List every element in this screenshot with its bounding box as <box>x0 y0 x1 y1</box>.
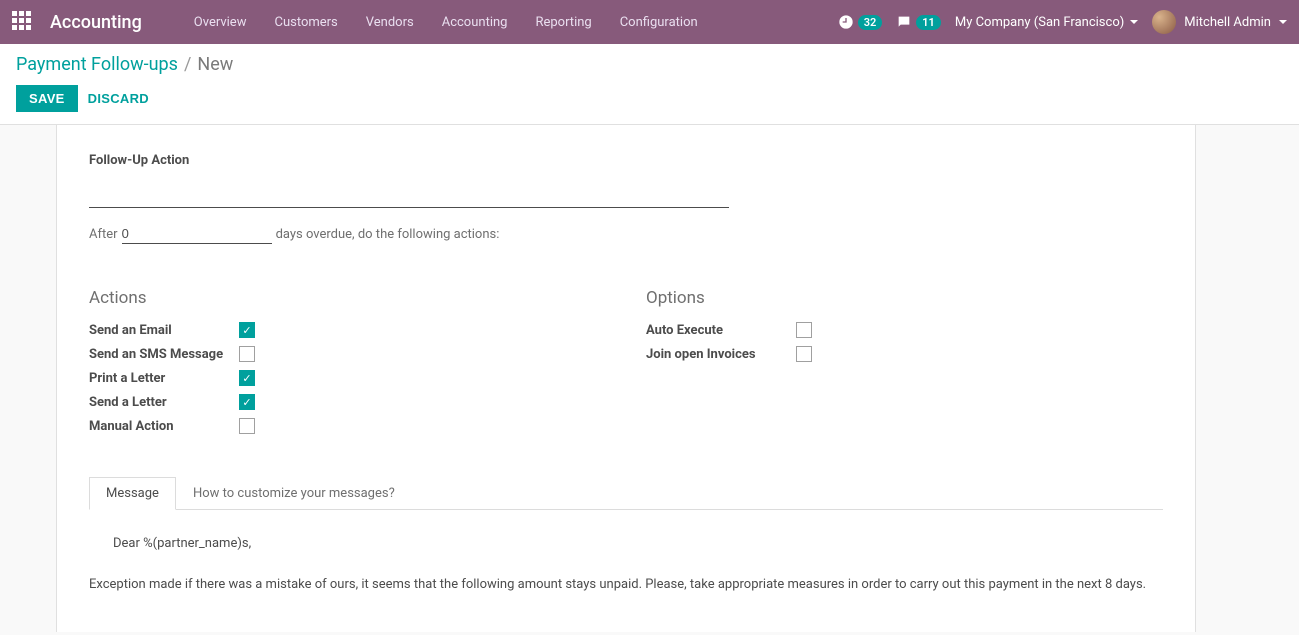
option-auto-execute-row: Auto Execute <box>646 322 1163 338</box>
after-days-row: After days overdue, do the following act… <box>89 226 1163 244</box>
control-panel: Payment Follow-ups / New SAVE DISCARD <box>0 44 1299 125</box>
menu-vendors[interactable]: Vendors <box>354 0 426 44</box>
tab-message-body[interactable]: Dear %(partner_name)s, Exception made if… <box>89 510 1163 596</box>
actions-group: Actions Send an Email Send an SMS Messag… <box>89 288 606 442</box>
activity-badge: 32 <box>858 15 883 30</box>
content-scroll[interactable]: Follow-Up Action After days overdue, do … <box>0 125 1299 632</box>
checkbox-join-open-invoices[interactable] <box>796 346 812 362</box>
checkbox-manual-action[interactable] <box>239 418 255 434</box>
option-label: Join open Invoices <box>646 347 796 362</box>
option-label: Auto Execute <box>646 323 796 338</box>
form-sheet: Follow-Up Action After days overdue, do … <box>56 125 1196 632</box>
save-button[interactable]: SAVE <box>16 85 78 112</box>
top-navbar: Accounting Overview Customers Vendors Ac… <box>0 0 1299 44</box>
message-salutation: Dear %(partner_name)s, <box>113 534 1163 555</box>
avatar <box>1152 10 1176 34</box>
menu-reporting[interactable]: Reporting <box>523 0 603 44</box>
after-suffix: days overdue, do the following actions: <box>276 227 500 242</box>
action-send-sms-row: Send an SMS Message <box>89 346 606 362</box>
form-buttons: SAVE DISCARD <box>16 85 1283 112</box>
tab-how-to-customize[interactable]: How to customize your messages? <box>176 477 412 510</box>
action-label: Print a Letter <box>89 371 239 386</box>
action-print-letter-row: Print a Letter <box>89 370 606 386</box>
options-group: Options Auto Execute Join open Invoices <box>646 288 1163 442</box>
systray: 32 11 My Company (San Francisco) Mitchel… <box>838 10 1287 34</box>
checkbox-send-sms[interactable] <box>239 346 255 362</box>
message-body: Exception made if there was a mistake of… <box>89 575 1163 596</box>
checkbox-print-letter[interactable] <box>239 370 255 386</box>
activity-indicator[interactable]: 32 <box>838 14 883 30</box>
user-menu[interactable]: Mitchell Admin <box>1152 10 1287 34</box>
checkbox-send-email[interactable] <box>239 322 255 338</box>
menu-overview[interactable]: Overview <box>182 0 259 44</box>
breadcrumb-separator: / <box>184 54 191 75</box>
chat-icon <box>896 14 912 30</box>
followup-action-label: Follow-Up Action <box>89 153 1163 168</box>
menu-accounting[interactable]: Accounting <box>430 0 520 44</box>
caret-down-icon <box>1130 20 1138 24</box>
discuss-badge: 11 <box>916 15 941 30</box>
clock-icon <box>838 14 854 30</box>
company-name: My Company (San Francisco) <box>955 15 1124 30</box>
checkbox-send-letter[interactable] <box>239 394 255 410</box>
apps-icon[interactable] <box>12 11 34 33</box>
breadcrumb: Payment Follow-ups / New <box>16 54 1283 75</box>
main-menu: Overview Customers Vendors Accounting Re… <box>182 0 710 44</box>
action-label: Send a Letter <box>89 395 239 410</box>
app-brand[interactable]: Accounting <box>50 12 142 33</box>
menu-customers[interactable]: Customers <box>262 0 349 44</box>
action-label: Manual Action <box>89 419 239 434</box>
action-manual-row: Manual Action <box>89 418 606 434</box>
followup-action-input[interactable] <box>89 180 729 208</box>
days-input[interactable] <box>122 226 272 244</box>
caret-down-icon <box>1279 20 1287 24</box>
discuss-indicator[interactable]: 11 <box>896 14 941 30</box>
option-join-invoices-row: Join open Invoices <box>646 346 1163 362</box>
menu-configuration[interactable]: Configuration <box>608 0 710 44</box>
options-header: Options <box>646 288 1163 308</box>
action-send-letter-row: Send a Letter <box>89 394 606 410</box>
discard-button[interactable]: DISCARD <box>88 91 149 106</box>
breadcrumb-current: New <box>197 54 233 75</box>
tab-message[interactable]: Message <box>89 477 176 510</box>
action-label: Send an Email <box>89 323 239 338</box>
notebook-tabs: Message How to customize your messages? <box>89 476 1163 510</box>
action-label: Send an SMS Message <box>89 347 239 362</box>
company-switcher[interactable]: My Company (San Francisco) <box>955 15 1138 30</box>
breadcrumb-parent[interactable]: Payment Follow-ups <box>16 54 178 75</box>
actions-header: Actions <box>89 288 606 308</box>
action-send-email-row: Send an Email <box>89 322 606 338</box>
after-prefix: After <box>89 227 118 242</box>
checkbox-auto-execute[interactable] <box>796 322 812 338</box>
user-name: Mitchell Admin <box>1184 15 1271 30</box>
